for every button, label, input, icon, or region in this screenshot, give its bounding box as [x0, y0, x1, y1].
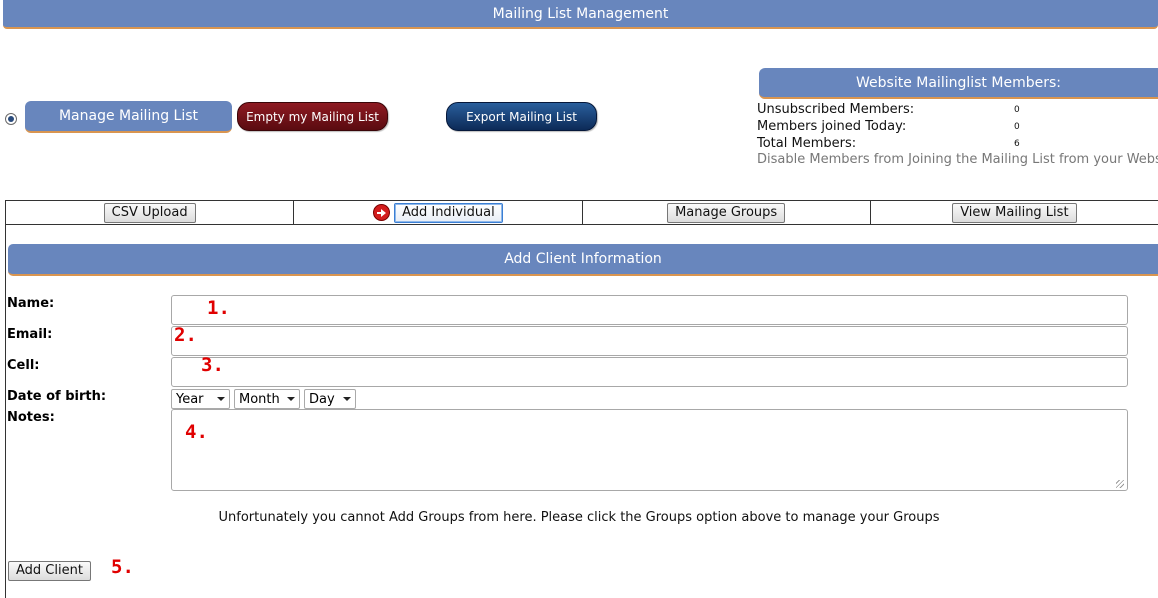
cell-input[interactable]	[171, 357, 1128, 387]
section-header: Add Client Information	[8, 244, 1158, 276]
dob-day-select[interactable]: Day	[304, 389, 356, 409]
empty-mailing-list-button[interactable]: Empty my Mailing List	[237, 102, 388, 131]
manage-radio[interactable]	[5, 113, 17, 125]
dob-year-value: Year	[176, 391, 204, 407]
annotation-1: 1.	[207, 297, 230, 319]
empty-mailing-list-label: Empty my Mailing List	[246, 109, 379, 124]
arrow-right-icon	[373, 204, 391, 221]
tab-manage-groups[interactable]: Manage Groups	[667, 202, 786, 223]
email-input[interactable]	[171, 326, 1128, 356]
groups-note: Unfortunately you cannot Add Groups from…	[218, 510, 940, 525]
chevron-down-icon	[343, 397, 351, 401]
dob-label: Date of birth:	[7, 389, 107, 404]
export-mailing-list-label: Export Mailing List	[466, 109, 577, 124]
dob-day-value: Day	[309, 391, 335, 407]
unsubscribed-count: 0	[1014, 105, 1020, 115]
annotation-5: 5.	[111, 556, 134, 578]
tab-add-individual[interactable]: Add Individual	[394, 202, 503, 223]
resize-grip-icon[interactable]	[1116, 480, 1124, 488]
tab-csv-upload-cell: CSV Upload	[6, 201, 295, 224]
unsubscribed-label: Unsubscribed Members:	[757, 102, 915, 117]
tab-view-list-cell: View Mailing List	[871, 201, 1158, 224]
members-panel-header: Website Mailinglist Members:	[759, 68, 1158, 99]
chevron-down-icon	[217, 397, 225, 401]
joined-today-label: Members joined Today:	[757, 119, 907, 134]
disable-joining-link[interactable]: Disable Members from Joining the Mailing…	[757, 152, 1158, 167]
page-title-bar: Mailing List Management	[3, 0, 1158, 29]
manage-mailing-list-button[interactable]: Manage Mailing List	[25, 101, 232, 133]
chevron-down-icon	[287, 397, 295, 401]
tab-manage-groups-cell: Manage Groups	[583, 201, 871, 224]
export-mailing-list-button[interactable]: Export Mailing List	[446, 102, 597, 131]
section-title: Add Client Information	[504, 251, 662, 267]
notes-textarea[interactable]	[171, 409, 1128, 491]
page-title: Mailing List Management	[492, 5, 669, 22]
dob-month-select[interactable]: Month	[234, 389, 300, 409]
total-members-label: Total Members:	[757, 136, 857, 151]
notes-label: Notes:	[7, 410, 55, 425]
name-input[interactable]	[171, 295, 1128, 325]
add-client-button[interactable]: Add Client	[8, 561, 91, 581]
annotation-4: 4.	[185, 421, 208, 443]
manage-mailing-list-label: Manage Mailing List	[58, 108, 199, 124]
mailing-tabs: CSV Upload Add Individual Manage Groups …	[5, 200, 1158, 225]
email-label: Email:	[7, 327, 53, 342]
annotation-3: 3.	[201, 354, 224, 376]
name-label: Name:	[7, 296, 55, 311]
form-border	[5, 225, 6, 598]
joined-today-count: 0	[1014, 122, 1020, 132]
dob-year-select[interactable]: Year	[171, 389, 230, 409]
members-panel-title: Website Mailinglist Members:	[856, 74, 1061, 91]
dob-month-value: Month	[239, 391, 280, 407]
tab-view-mailing-list[interactable]: View Mailing List	[952, 202, 1077, 223]
cell-label: Cell:	[7, 358, 40, 373]
tab-add-individual-cell: Add Individual	[294, 201, 583, 224]
tab-csv-upload[interactable]: CSV Upload	[103, 202, 196, 223]
annotation-2: 2.	[174, 324, 197, 346]
total-members-count: 6	[1014, 139, 1020, 149]
